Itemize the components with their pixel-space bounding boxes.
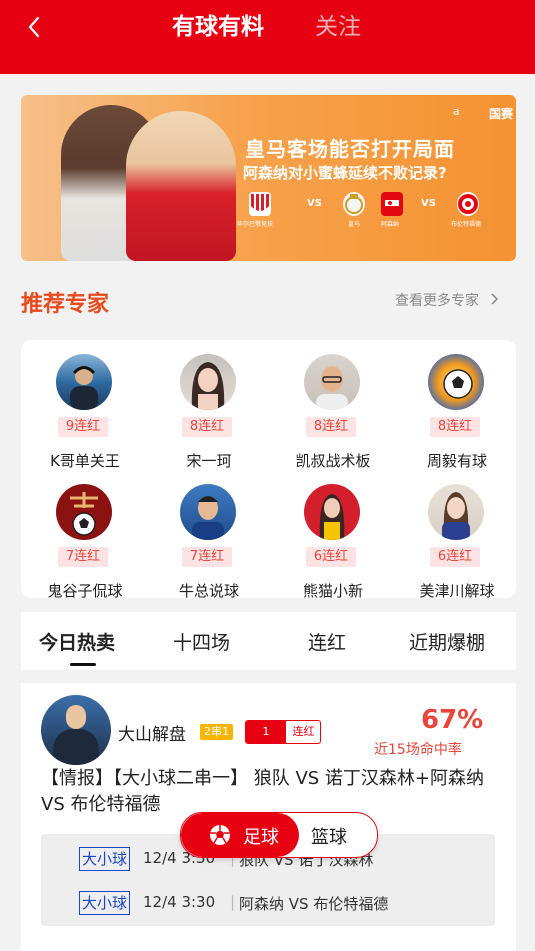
bet-type-tag: 大小球 <box>79 847 131 871</box>
streak-badge: 7连红 <box>58 547 108 567</box>
tab-follow[interactable]: 关注 <box>315 12 361 42</box>
brand-logo-icon: a <box>453 105 460 118</box>
tab-streak[interactable]: 连红 <box>308 628 346 655</box>
banner-title: 皇马客场能否打开局面 <box>245 137 455 161</box>
section-title-recommended-experts: 推荐专家 <box>21 292 110 317</box>
tab-youqiu-youliao[interactable]: 有球有料 <box>172 12 264 42</box>
expert-grid: 9连红 K哥单关王 8连红 宋一珂 8连红 凯叔战术板 8连红 周毅有球 7连红… <box>21 340 519 600</box>
tab-fourteen-games[interactable]: 十四场 <box>173 628 230 655</box>
match-row: 大小球 12/4 3:30 | 阿森纳 VS 布伦特福德 <box>41 888 495 918</box>
vs-label: VS <box>307 198 322 209</box>
match-time: 12/4 3:30 <box>143 893 216 911</box>
expert-card[interactable]: 8连红 凯叔战术板 <box>271 354 395 474</box>
expert-name: 鬼谷子侃球 <box>47 582 123 600</box>
top-bar: 有球有料 关注 <box>0 0 535 74</box>
vs-label: VS <box>421 198 436 209</box>
chevron-right-icon <box>485 293 499 309</box>
avatar-woman <box>180 354 236 410</box>
hit-rate: 67% <box>421 705 484 735</box>
team-label: 毕尔巴鄂竞技 <box>237 221 274 228</box>
expert-card[interactable]: 8连红 周毅有球 <box>395 354 519 474</box>
expert-card[interactable]: 6连红 熊猫小新 <box>271 484 395 604</box>
streak-count: 1 <box>246 721 286 743</box>
streak-label: 连红 <box>292 725 315 738</box>
expert-name: 周毅有球 <box>426 452 487 470</box>
streak-badge: 7连红 <box>182 547 232 567</box>
team-label: 阿森纳 <box>381 221 400 228</box>
banner-matchups: 毕尔巴鄂竞技 VS 皇马 阿森纳 VS 布伦特福德 <box>237 192 505 228</box>
back-chevron-icon[interactable] <box>22 14 48 40</box>
avatar-football <box>428 354 484 410</box>
expert-card[interactable]: 7连红 牛总说球 <box>147 484 271 604</box>
expert-card[interactable]: 7连红 鬼谷子侃球 <box>23 484 147 604</box>
avatar-logo <box>56 484 112 540</box>
streak-badge: 1 连红 <box>245 720 321 744</box>
expert-name: 凯叔战术板 <box>295 452 371 470</box>
avatar-stadium <box>56 354 112 410</box>
banner-subtitle: 阿森纳对小蜜蜂延续不败记录? <box>243 164 447 182</box>
avatar-man <box>304 354 360 410</box>
toggle-football[interactable]: 足球 <box>181 813 299 857</box>
tab-recent-hits[interactable]: 近期爆棚 <box>409 628 485 655</box>
hit-rate-label: 近15场命中率 <box>374 742 462 758</box>
active-tab-indicator <box>70 663 96 666</box>
expert-card[interactable]: 9连红 K哥单关王 <box>23 354 147 474</box>
parlay-tag: 2串1 <box>200 724 233 740</box>
streak-badge: 8连红 <box>430 417 480 437</box>
author-name: 大山解盘 <box>118 725 186 745</box>
author-avatar <box>41 695 111 765</box>
sport-toggle: 足球 篮球 <box>180 812 378 858</box>
streak-badge: 8连红 <box>182 417 232 437</box>
basketball-label[interactable]: 篮球 <box>311 823 347 849</box>
streak-badge: 6连红 <box>306 547 356 567</box>
separator: | <box>230 893 236 911</box>
avatar-player <box>180 484 236 540</box>
view-more-label: 查看更多专家 <box>395 293 479 309</box>
expert-name: 宋一珂 <box>186 452 232 470</box>
real-madrid-crest-icon <box>343 192 365 216</box>
football-label: 足球 <box>243 827 279 848</box>
bet-type-tag: 大小球 <box>79 891 131 915</box>
expert-name: 牛总说球 <box>178 582 239 600</box>
streak-badge: 6连红 <box>430 547 480 567</box>
avatar-woman-red <box>304 484 360 540</box>
category-tabs: 今日热卖 十四场 连红 近期爆棚 <box>21 612 516 670</box>
expert-name: 美津川解球 <box>419 582 495 600</box>
expert-name: 熊猫小新 <box>302 582 363 600</box>
team-label: 皇马 <box>348 221 361 228</box>
football-icon <box>209 824 231 846</box>
brentford-crest-icon <box>457 192 479 216</box>
avatar-woman-blue <box>428 484 484 540</box>
streak-badge: 8连红 <box>306 417 356 437</box>
tab-hot-today[interactable]: 今日热卖 <box>39 628 115 655</box>
streak-badge: 9连红 <box>58 417 108 437</box>
expert-card[interactable]: 6连红 美津川解球 <box>395 484 519 604</box>
banner-player-image <box>126 111 236 261</box>
expert-card[interactable]: 8连红 宋一珂 <box>147 354 271 474</box>
team-label: 布伦特福德 <box>451 221 482 228</box>
view-more-experts-link[interactable]: 查看更多专家 <box>395 290 499 310</box>
bilbao-crest-icon <box>249 192 271 216</box>
promo-banner[interactable]: a 国赛 皇马客场能否打开局面 阿森纳对小蜜蜂延续不败记录? 毕尔巴鄂竞技 VS… <box>21 95 516 261</box>
arsenal-crest-icon <box>381 192 403 216</box>
post-title: 【情报】【大小球二串一】 狼队 VS 诺丁汉森林+阿森纳 VS 布伦特福德 <box>41 768 484 815</box>
expert-name: K哥单关王 <box>50 452 120 470</box>
match-teams: 阿森纳 VS 布伦特福德 <box>239 895 389 913</box>
brand-name: 国赛 <box>489 107 514 121</box>
